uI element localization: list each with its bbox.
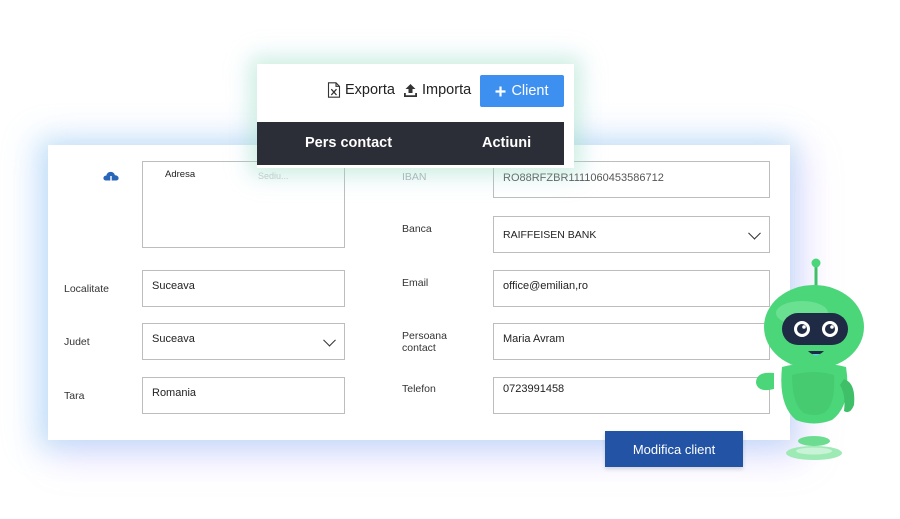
export-label: Exporta: [345, 82, 395, 98]
export-button[interactable]: Exporta: [327, 82, 395, 98]
county-value: Suceava: [152, 333, 195, 345]
robot-mascot: [756, 258, 864, 460]
county-select[interactable]: Suceava: [142, 323, 345, 360]
phone-input[interactable]: 0723991458: [493, 377, 770, 414]
bank-label: Banca: [402, 223, 432, 235]
country-label: Tara: [64, 390, 85, 402]
bank-select[interactable]: RAIFFEISEN BANK: [493, 216, 770, 253]
modify-client-button[interactable]: Modifica client: [605, 431, 743, 467]
contact-person-input[interactable]: Maria Avram: [493, 323, 770, 360]
add-client-button[interactable]: Client: [480, 75, 564, 107]
country-input[interactable]: Romania: [142, 377, 345, 414]
client-label: Client: [511, 83, 549, 99]
iban-value: RO88RFZBR1111060453586712: [503, 172, 664, 184]
table-header: Pers contact Actiuni: [257, 122, 564, 165]
address-placeholder: Adresa: [165, 169, 196, 180]
locality-value: Suceava: [152, 280, 195, 292]
contact-label-line2: contact: [402, 342, 436, 354]
upload-icon: [404, 83, 417, 97]
plus-icon: [495, 86, 506, 96]
email-value: office@emilian,ro: [503, 280, 588, 292]
phone-value: 0723991458: [503, 383, 565, 395]
column-header-actions: Actiuni: [482, 135, 532, 151]
address-behind-label: Sediu...: [258, 171, 289, 181]
address-textarea[interactable]: Adresa: [142, 161, 345, 248]
contact-person-label: Persoana contact: [402, 330, 447, 354]
cloud-upload-icon[interactable]: [102, 169, 120, 185]
toolbar-card: Exporta Importa Client Pers contact Acti…: [257, 64, 574, 168]
excel-file-icon: [327, 82, 341, 98]
import-label: Importa: [422, 82, 472, 98]
email-label: Email: [402, 277, 429, 289]
email-input[interactable]: office@emilian,ro: [493, 270, 770, 307]
column-header-pers-contact: Pers contact: [305, 135, 393, 151]
contact-value: Maria Avram: [503, 333, 565, 345]
bank-value: RAIFFEISEN BANK: [503, 229, 597, 241]
country-value: Romania: [152, 387, 197, 399]
locality-input[interactable]: Suceava: [142, 270, 345, 307]
phone-label: Telefon: [402, 383, 436, 395]
contact-label-line1: Persoana: [402, 330, 447, 342]
locality-label: Localitate: [64, 283, 109, 295]
iban-label: IBAN: [402, 171, 427, 183]
county-label: Judet: [64, 336, 90, 348]
import-button[interactable]: Importa: [403, 82, 471, 98]
